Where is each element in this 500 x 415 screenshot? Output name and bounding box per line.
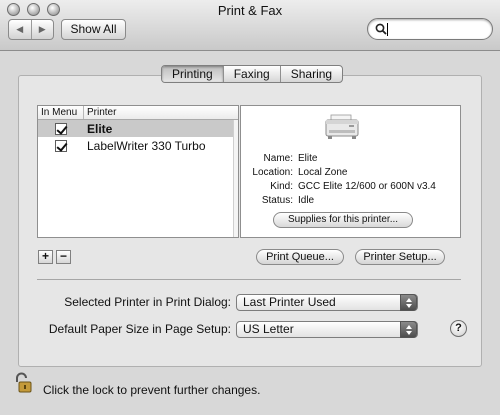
printer-details-panel: Name: Elite Location: Local Zone Kind: G… [240,105,461,238]
printer-list-header: In Menu Printer [38,106,238,120]
column-header-printer[interactable]: Printer [84,106,116,119]
tab-bar: Printing Faxing Sharing [161,65,344,83]
location-value: Local Zone [298,167,348,178]
search-icon [375,23,387,35]
kind-label: Kind: [270,181,293,192]
back-arrow-icon[interactable]: ◀ [9,20,32,39]
in-menu-checkbox[interactable] [55,139,67,152]
location-label: Location: [252,167,293,178]
help-button[interactable]: ? [450,320,467,337]
in-menu-checkbox[interactable] [55,122,67,135]
tab-sharing[interactable]: Sharing [279,66,342,82]
detail-name: Name: Elite [241,153,462,164]
selected-printer-popup[interactable]: Last Printer Used [236,294,418,311]
add-printer-button[interactable]: + [38,250,53,264]
status-label: Status: [261,195,293,206]
window-toolbar: Print & Fax ◀ ▶ Show All [0,0,500,51]
detail-status: Status: Idle [241,195,462,206]
popup-arrows-icon [400,321,417,338]
window-title: Print & Fax [217,3,283,18]
remove-printer-button[interactable]: − [56,250,71,264]
selected-printer-value: Last Printer Used [243,295,336,309]
printer-icon [325,114,359,139]
list-scroll-track[interactable] [233,120,238,237]
lock-message: Click the lock to prevent further change… [43,383,261,397]
kind-value: GCC Elite 12/600 or 600N v3.4 [298,181,436,192]
printer-row[interactable]: Elite [38,120,238,137]
lock-open-icon[interactable] [14,372,32,394]
printer-setup-button[interactable]: Printer Setup... [355,249,445,265]
back-forward-control: ◀ ▶ [8,19,54,40]
tab-printing[interactable]: Printing [162,66,223,82]
search-field[interactable] [367,18,493,40]
status-value: Idle [298,195,315,206]
section-divider [37,279,461,280]
column-header-in-menu[interactable]: In Menu [38,106,84,119]
paper-size-value: US Letter [243,322,294,336]
print-queue-button[interactable]: Print Queue... [256,249,344,265]
paper-size-popup[interactable]: US Letter [236,321,418,338]
detail-kind: Kind: GCC Elite 12/600 or 600N v3.4 [241,181,462,192]
printer-name: LabelWriter 330 Turbo [87,138,206,153]
forward-arrow-icon[interactable]: ▶ [32,20,54,39]
printer-list[interactable]: In Menu Printer Elite LabelWriter 330 Tu… [37,105,239,238]
show-all-button[interactable]: Show All [61,19,126,40]
text-caret [387,23,388,36]
selected-printer-label: Selected Printer in Print Dialog: [64,295,231,309]
detail-location: Location: Local Zone [241,167,462,178]
supplies-button[interactable]: Supplies for this printer... [273,212,413,228]
name-value: Elite [298,153,318,164]
popup-arrows-icon [400,294,417,311]
tab-faxing[interactable]: Faxing [222,66,280,82]
name-label: Name: [263,153,293,164]
printer-name: Elite [87,121,113,136]
paper-size-label: Default Paper Size in Page Setup: [48,322,231,336]
printer-row[interactable]: LabelWriter 330 Turbo [38,137,238,154]
